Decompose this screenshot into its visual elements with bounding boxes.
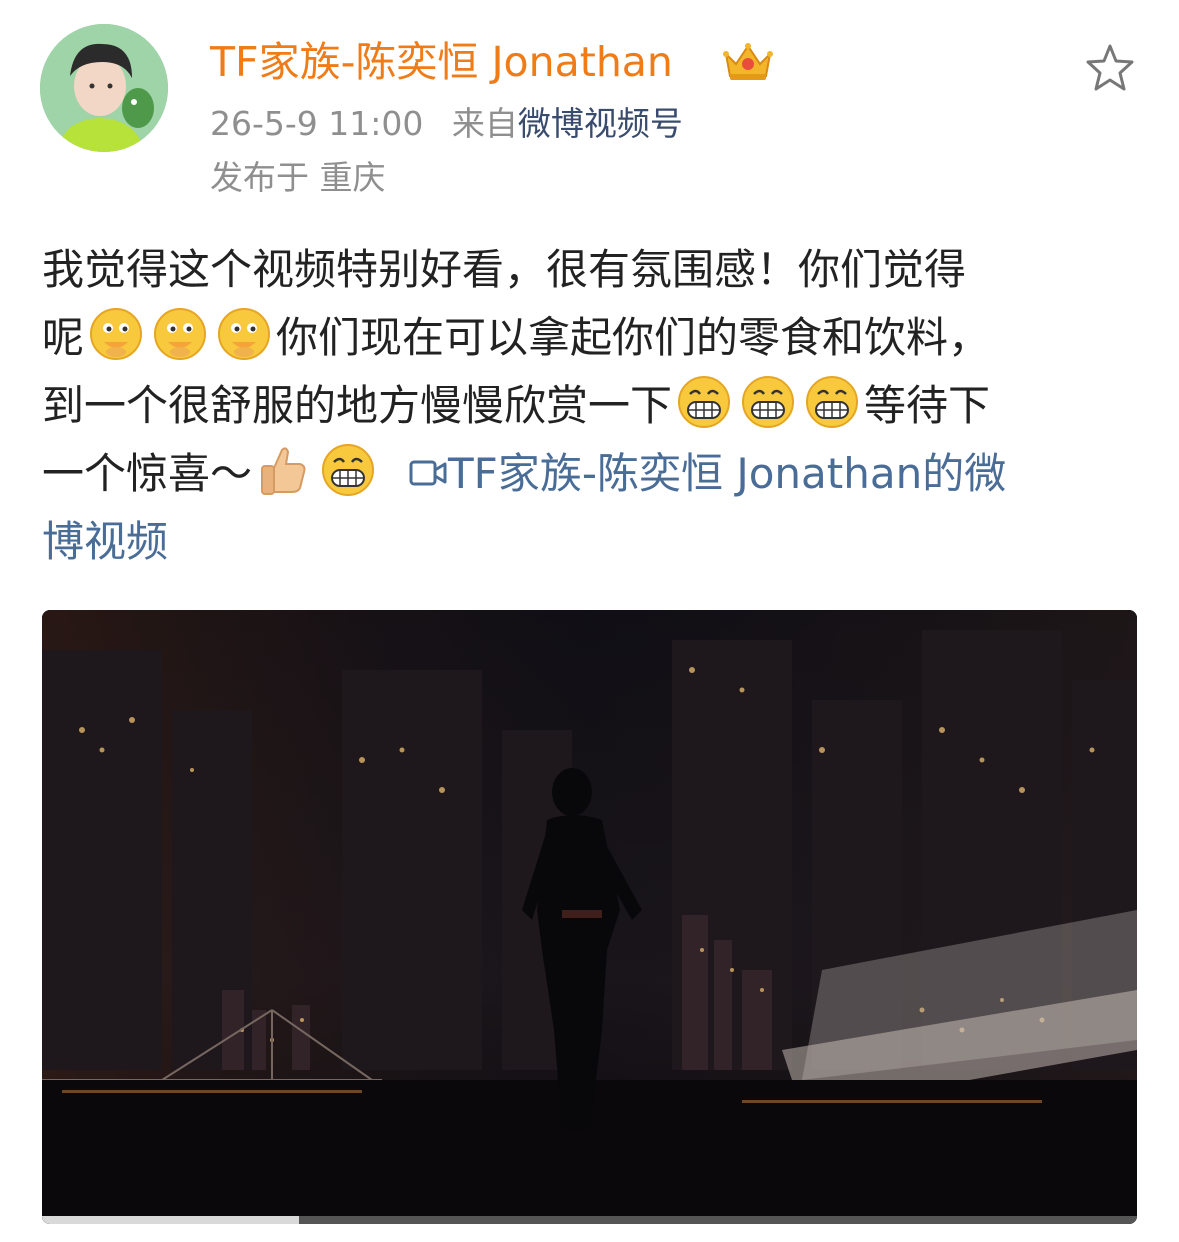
video-thumbnail [42,610,1137,1224]
location: 发布于 重庆 [210,158,386,197]
post-meta: 26-5-9 11:00 来自微博视频号 [210,102,683,146]
video-link-text[interactable]: TF家族-陈奕恒 Jonathan的微 [448,449,1006,498]
source-prefix: 来自 [451,104,518,143]
post-line-2: 呢 你们现在可以拿起你们的零食和饮料， [42,304,1142,372]
grin-emoji [322,444,375,496]
post-line-4: 一个惊喜～ TF家族-陈奕恒 Jonathan的微 [42,440,1142,508]
thinking-face-emoji [90,308,143,360]
post-text: 我觉得这个视频特别好看，很有氛围感！你们觉得 呢 你们现在可以拿起你们的零食和饮料… [42,236,1142,576]
grin-emoji [678,376,731,428]
avatar-image [40,24,168,152]
post-text-segment: 一个惊喜～ [42,449,253,498]
post-line-1: 我觉得这个视频特别好看，很有氛围感！你们觉得 [42,245,967,294]
thumbs-up-emoji [261,447,306,495]
star-icon [1086,44,1134,91]
crown-badge-icon[interactable] [720,40,776,84]
grin-emoji [806,376,859,428]
thinking-face-emoji [218,308,271,360]
video-progress-fill [42,1216,300,1224]
timestamp: 26-5-9 11:00 [210,104,424,143]
video-player[interactable] [42,610,1137,1224]
post-line-3: 到一个很舒服的地方慢慢欣赏一下 等待下 [42,372,1142,440]
grin-emoji [742,376,795,428]
video-link[interactable]: TF家族-陈奕恒 Jonathan的微 [380,449,1006,498]
video-link-continued[interactable]: 博视频 [42,508,1142,576]
video-progress-bar[interactable] [42,1216,1137,1224]
post-text-segment: 呢 [42,313,85,362]
video-camera-icon [409,460,447,486]
thinking-face-emoji [154,308,207,360]
post-text-segment: 你们现在可以拿起你们的零食和饮料， [276,313,991,362]
post-text-segment: 到一个很舒服的地方慢慢欣赏一下 [42,381,673,430]
username[interactable]: TF家族-陈奕恒 Jonathan [210,36,673,88]
source-link[interactable]: 微博视频号 [518,104,683,143]
favorite-star-button[interactable] [1082,40,1138,96]
post-text-segment: 等待下 [864,381,991,430]
avatar[interactable] [40,24,168,152]
